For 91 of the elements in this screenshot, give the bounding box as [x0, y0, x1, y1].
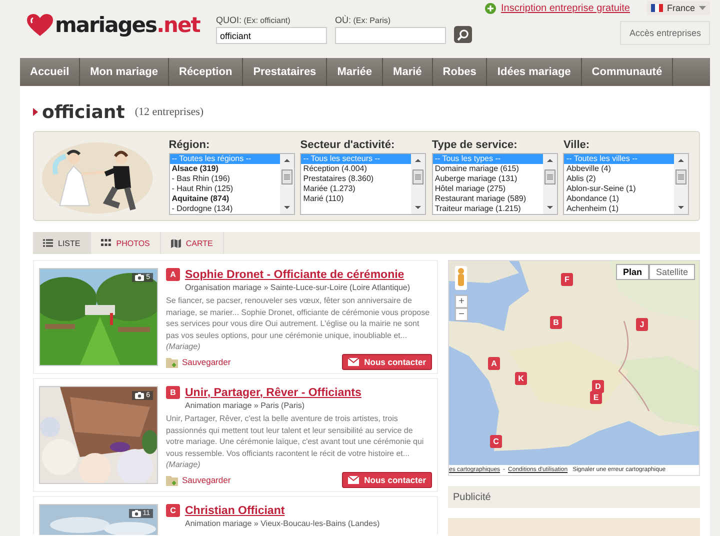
folder-plus-icon [166, 474, 178, 486]
listing-description: Se fiancer, se pacser, renouveler ses vœux, fêter son anniversaire de mariage, se marier... Sophie Dronet, officiante de cérémonie vous propose ses services pour vous dire Oui autrement. L'église ou la mairie ne sont pas vos seules options, pour une cérémonie unique, inoubliable et... [166, 295, 431, 341]
listing-subtitle: Animation mariage » Vieux-Boucau-les-Bains (Landes) [185, 519, 381, 528]
filter-label: Type de service: [432, 139, 518, 151]
listing-title-link[interactable]: Unir, Partager, Rêver - Officiants [185, 386, 362, 398]
ad-header: Publicité [448, 486, 700, 508]
zoom-in-button[interactable]: + [455, 295, 468, 308]
listbox-option[interactable]: Achenheim (1) [564, 204, 674, 214]
listbox-option[interactable]: Restaurant mariage (589) [432, 194, 543, 204]
listing-title-link[interactable]: Christian Officiant [185, 504, 285, 516]
camera-icon [132, 510, 141, 517]
plus-icon [485, 2, 496, 14]
pegman-icon [455, 266, 467, 290]
scrollbar-icon [280, 154, 294, 214]
scrollbar-icon [674, 154, 688, 214]
listbox-option[interactable]: Traiteur mariage (1.215) [432, 204, 543, 214]
marker-badge: B [166, 386, 180, 399]
listing-tag: (Mariage) [166, 459, 432, 470]
filter-listbox[interactable]: -- Tous les secteurs -- Réception (4.004) Prestataires (8.360) Mariée (1.273) Marié (110) [300, 153, 426, 215]
listbox-option[interactable]: - Dordogne (134) [170, 204, 280, 214]
map-marker[interactable]: C [490, 435, 502, 448]
listbox-option[interactable]: Auberge mariage (131) [432, 174, 543, 184]
listing-subtitle: Animation mariage » Paris (Paris) [185, 401, 306, 410]
camera-icon [135, 392, 144, 399]
filter-label: Région: [168, 139, 211, 151]
map-marker[interactable]: J [636, 318, 648, 331]
listing-description: Unir, Partager, Rêver, c'est la belle aventure de trois artistes, trois passionnés qui mettent tout leur talent et leur sensibilité au service de votre mariage. Une cérémonie laïque, c'est avant tout une cérémonie qui vous ressemble. Vos officiants racontent le récit de votre histoire et... [166, 413, 425, 459]
filter-label: Ville: [563, 139, 591, 151]
listbox-option[interactable]: Mariée (1.273) [301, 184, 412, 194]
map-marker[interactable]: B [550, 316, 562, 329]
view-tab[interactable]: LISTE [33, 232, 92, 254]
folder-plus-icon [166, 356, 178, 368]
logo-text[interactable]: mariages.net [55, 13, 200, 37]
camera-icon [135, 274, 144, 281]
listbox-option[interactable]: Prestataires (8.360) [301, 174, 412, 184]
what-field[interactable]: officiant [216, 27, 327, 44]
list-icon [43, 238, 53, 248]
map-marker[interactable]: F [561, 273, 573, 286]
search-icon [457, 28, 469, 40]
envelope-icon [348, 476, 360, 484]
listing-title-link[interactable]: Sophie Dronet - Officiante de cérémonie [185, 268, 404, 280]
envelope-icon [348, 358, 360, 366]
save-link[interactable]: Sauvegarder [166, 474, 231, 486]
result-count: (12 entreprises) [134, 106, 204, 118]
where-field[interactable] [335, 27, 446, 44]
scrollbar-icon [411, 154, 426, 214]
listbox-option[interactable]: Marié (110) [301, 194, 412, 204]
map-marker[interactable]: E [590, 391, 602, 404]
listing-subtitle: Organisation mariage » Sainte-Luce-sur-Loire (Loire Atlantique) [185, 283, 412, 292]
filter-listbox[interactable]: -- Toutes les régions -- Alsace (319) - Bas Rhin (196) - Haut Rhin (125) Aquitaine (874) - Dordogne (134) [168, 153, 295, 215]
filter-label: Secteur d'activité: [300, 139, 396, 151]
listbox-option[interactable]: Domaine mariage (615) [432, 164, 543, 174]
listbox-option[interactable]: Aquitaine (874) [170, 194, 280, 204]
signup-link[interactable]: Inscription entreprise gratuite [501, 2, 630, 14]
listing-tag: (Mariage) [166, 341, 432, 352]
map-marker[interactable]: A [488, 357, 500, 370]
map-type-button[interactable]: Satellite [648, 264, 695, 280]
map-type-button[interactable]: Plan [616, 264, 649, 280]
marker-badge: C [166, 504, 180, 517]
language-dropdown[interactable]: France [646, 1, 710, 15]
business-access-button[interactable]: Accès entreprises [620, 21, 710, 45]
listbox-option[interactable]: Ablis (2) [564, 174, 674, 184]
scrollbar-icon [542, 154, 557, 214]
listbox-option[interactable]: Abbeville (4) [564, 164, 674, 174]
map-icon [170, 238, 181, 248]
listbox-option[interactable]: - Bas Rhin (196) [170, 174, 280, 184]
view-tab[interactable]: PHOTOS [91, 232, 161, 254]
zoom-out-button[interactable]: − [455, 308, 468, 321]
listbox-option[interactable]: Alsace (319) [170, 164, 280, 174]
filter-listbox[interactable]: -- Toutes les villes -- Abbeville (4) Ablis (2) Ablon-sur-Seine (1) Abondance (1) Achenheim (1) [563, 153, 690, 215]
save-link[interactable]: Sauvegarder [166, 356, 231, 368]
field-label: QUOI: (Ex: officiant) [216, 15, 292, 25]
listbox-option[interactable]: Hôtel mariage (275) [432, 184, 543, 194]
contact-button[interactable]: Nous contacter [342, 354, 432, 370]
listbox-option[interactable]: - Haut Rhin (125) [170, 184, 280, 194]
listbox-option[interactable]: Réception (4.004) [301, 164, 412, 174]
map-marker[interactable]: K [515, 372, 527, 385]
marker-badge: A [166, 268, 180, 281]
chevron-icon [33, 108, 38, 116]
search-button[interactable] [454, 26, 472, 43]
field-label: OÙ: (Ex: Paris) [335, 15, 392, 25]
flag-icon [650, 4, 663, 12]
view-tab[interactable]: CARTE [160, 232, 224, 254]
listbox-option[interactable]: Abondance (1) [564, 194, 674, 204]
contact-button[interactable]: Nous contacter [342, 472, 432, 488]
listbox-option[interactable]: Ablon-sur-Seine (1) [564, 184, 674, 194]
heart-icon [26, 13, 54, 37]
filter-listbox[interactable]: -- Tous les types -- Domaine mariage (615) Auberge mariage (131) Hôtel mariage (275) Restaurant mariage (589) Traiteur mariage (1.215) [432, 153, 558, 215]
caret-icon [699, 6, 706, 10]
grid-icon [101, 238, 112, 248]
page-title: officiant [42, 102, 125, 122]
